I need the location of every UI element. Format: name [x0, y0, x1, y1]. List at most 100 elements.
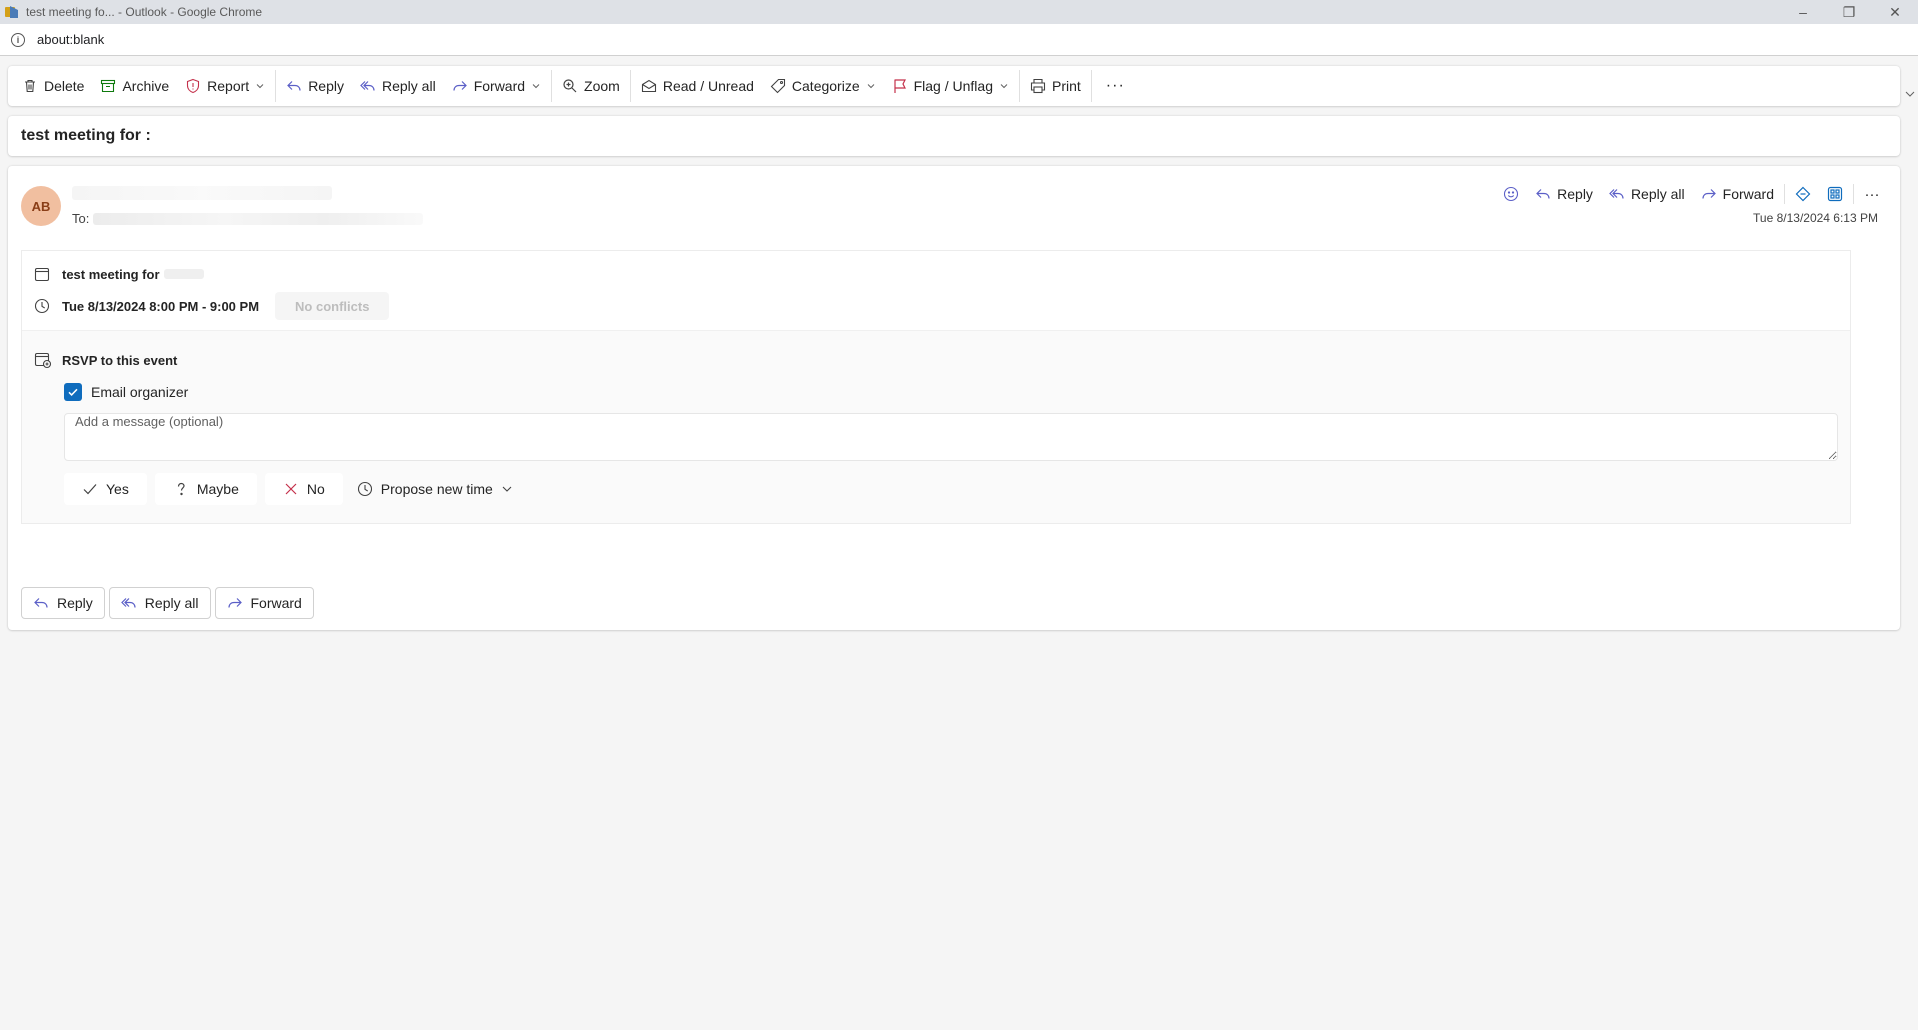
message-reply-all-label: Reply all	[1630, 186, 1685, 202]
reply-all-button[interactable]: Reply all	[352, 70, 444, 102]
minimize-button[interactable]: –	[1780, 0, 1826, 24]
question-mark-icon	[177, 482, 185, 496]
restore-button[interactable]: ❐	[1826, 0, 1872, 24]
message-subject: test meeting for :	[21, 127, 151, 144]
reply-button[interactable]: Reply	[278, 70, 352, 102]
recipients-line: To:	[72, 211, 424, 226]
delete-button[interactable]: Delete	[14, 70, 92, 102]
checkmark-icon	[83, 484, 97, 495]
bottom-forward-button[interactable]: Forward	[214, 587, 314, 619]
bottom-reply-actions: Reply Reply all Forward	[21, 587, 318, 619]
zoom-icon	[563, 79, 577, 93]
forward-icon	[453, 81, 467, 91]
email-organizer-checkbox[interactable]	[64, 383, 82, 401]
meeting-title: test meeting for	[62, 266, 160, 282]
reply-all-icon	[1609, 189, 1624, 199]
read-unread-button[interactable]: Read / Unread	[633, 70, 762, 102]
reaction-button[interactable]	[1495, 180, 1527, 208]
archive-label: Archive	[122, 78, 170, 94]
sender-redacted	[72, 186, 332, 200]
email-organizer-option[interactable]: Email organizer	[64, 383, 188, 401]
accept-button[interactable]: Yes	[64, 473, 147, 505]
tentative-button[interactable]: Maybe	[154, 473, 257, 505]
message-reply-label: Reply	[1557, 186, 1593, 202]
meeting-time-row: Tue 8/13/2024 8:00 PM - 9:00 PM No confl…	[34, 292, 390, 320]
copilot-button[interactable]	[1787, 180, 1819, 208]
avatar[interactable]: AB	[21, 186, 61, 226]
chevron-down-icon[interactable]	[255, 81, 265, 91]
message-reply-all-button[interactable]: Reply all	[1601, 180, 1693, 208]
actions-divider	[1784, 184, 1785, 204]
reply-all-label: Reply all	[381, 78, 436, 94]
chevron-down-icon[interactable]	[999, 81, 1009, 91]
forward-button[interactable]: Forward	[444, 70, 549, 102]
toolbar-divider	[1018, 70, 1020, 102]
clock-icon	[357, 481, 372, 497]
message-actions: Reply Reply all Forward ···	[1495, 180, 1888, 208]
report-button[interactable]: Report	[177, 70, 273, 102]
chevron-down-icon[interactable]	[1904, 88, 1916, 100]
bottom-reply-all-button[interactable]: Reply all	[108, 587, 211, 619]
clock-icon	[34, 298, 50, 314]
subject-bar: test meeting for :	[8, 116, 1900, 156]
meeting-invite-card: test meeting for Tue 8/13/2024 8:00 PM -…	[21, 250, 1851, 524]
url-text[interactable]: about:blank	[37, 32, 104, 47]
message-forward-label: Forward	[1722, 186, 1774, 202]
decline-button[interactable]: No	[264, 473, 343, 505]
message-reply-button[interactable]: Reply	[1527, 180, 1601, 208]
calendar-reply-icon	[34, 352, 52, 369]
bottom-reply-label: Reply	[57, 595, 93, 611]
reply-icon	[34, 598, 48, 608]
categorize-button[interactable]: Categorize	[762, 70, 884, 102]
archive-button[interactable]: Archive	[92, 70, 177, 102]
smiley-icon	[1504, 186, 1519, 202]
app-icon	[5, 6, 18, 18]
reply-icon	[287, 81, 301, 91]
tag-icon	[770, 78, 785, 94]
rsvp-heading: RSVP to this event	[34, 351, 177, 369]
print-button[interactable]: Print	[1022, 70, 1089, 102]
flag-unflag-label: Flag / Unflag	[913, 78, 993, 94]
window-controls: – ❐ ✕	[1780, 0, 1918, 24]
recipients-redacted	[93, 212, 424, 225]
apps-grid-icon	[1827, 186, 1843, 202]
propose-new-time-button[interactable]: Propose new time	[351, 473, 519, 505]
conflicts-badge: No conflicts	[275, 292, 390, 320]
meeting-title-redacted	[163, 269, 204, 279]
delete-label: Delete	[44, 78, 85, 94]
forward-icon	[1702, 189, 1716, 199]
forward-label: Forward	[473, 78, 526, 94]
chevron-down-icon[interactable]	[866, 81, 876, 91]
message-more-button[interactable]: ···	[1856, 180, 1888, 208]
browser-title-bar: test meeting fo... - Outlook - Google Ch…	[0, 0, 1918, 24]
toolbar-divider	[551, 70, 553, 102]
flag-unflag-button[interactable]: Flag / Unflag	[884, 70, 1017, 102]
chevron-down-icon[interactable]	[531, 81, 541, 91]
rsvp-response-buttons: Yes Maybe No Propose new time	[64, 473, 519, 505]
reply-icon	[1536, 189, 1550, 199]
accept-label: Yes	[106, 481, 129, 497]
actions-divider	[1853, 184, 1854, 204]
decline-label: No	[306, 481, 325, 497]
envelope-icon	[641, 79, 656, 93]
chevron-down-icon	[502, 486, 512, 492]
rsvp-title: RSVP to this event	[62, 352, 178, 368]
message-forward-button[interactable]: Forward	[1693, 180, 1782, 208]
close-button[interactable]: ✕	[1872, 0, 1918, 24]
calendar-icon	[34, 267, 50, 282]
print-label: Print	[1051, 78, 1081, 94]
more-actions-button[interactable]: ···	[1094, 70, 1137, 102]
trash-icon	[25, 79, 35, 93]
info-icon[interactable]: i	[11, 32, 25, 47]
shield-report-icon	[187, 78, 200, 94]
apps-button[interactable]	[1819, 180, 1851, 208]
forward-icon	[227, 598, 242, 608]
diamond-icon	[1795, 186, 1811, 202]
zoom-button[interactable]: Zoom	[554, 70, 628, 102]
meeting-time: Tue 8/13/2024 8:00 PM - 9:00 PM	[62, 298, 260, 314]
bottom-reply-button[interactable]: Reply	[21, 587, 105, 619]
meeting-title-row: test meeting for	[34, 266, 204, 282]
categorize-label: Categorize	[791, 78, 860, 94]
message-card: AB To: Reply Reply all Forward ··· Tue 8…	[8, 166, 1900, 630]
rsvp-message-input[interactable]	[64, 413, 1838, 461]
